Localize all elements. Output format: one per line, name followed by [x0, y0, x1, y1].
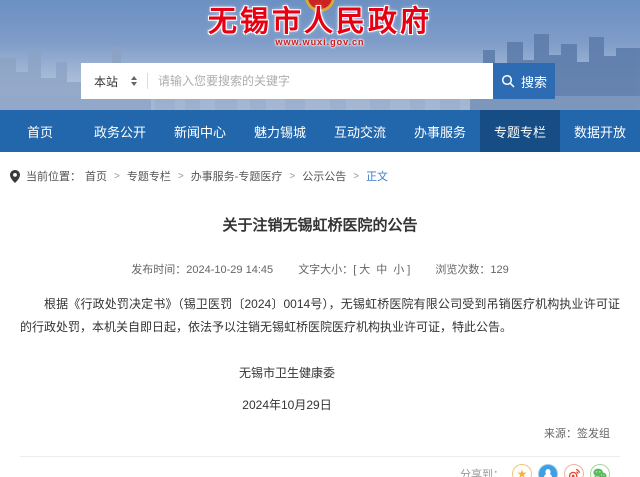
search-icon [501, 74, 515, 88]
publish-time-value: 2024-10-29 14:45 [186, 264, 273, 276]
nav-item-open-data[interactable]: 数据开放 [560, 110, 640, 152]
wechat-icon [593, 468, 607, 477]
font-size-bracket-close: ] [407, 264, 410, 276]
font-size-large-button[interactable]: 大 [359, 264, 370, 276]
chevron-updown-icon [131, 76, 137, 86]
article-title: 关于注销无锡虹桥医院的公告 [20, 214, 620, 235]
view-count-label: 浏览次数： [435, 264, 490, 276]
search-button[interactable]: 搜索 [493, 63, 555, 99]
font-size-small-button[interactable]: 小 [393, 264, 404, 276]
breadcrumb-prefix: 当前位置： [26, 168, 81, 184]
breadcrumb-item-special-topics[interactable]: 专题专栏 [127, 168, 171, 184]
nav-item-services[interactable]: 办事服务 [400, 110, 480, 152]
publish-time: 发布时间：2024-10-29 14:45 [131, 264, 273, 276]
share-bar: 分享到： ★ [20, 464, 620, 477]
breadcrumb-separator: > [114, 171, 120, 182]
breadcrumb-item-home[interactable]: 首页 [85, 168, 107, 184]
search-input[interactable] [148, 74, 493, 88]
site-banner: 无锡市人民政府 www.wuxi.gov.cn 本站 搜索 [0, 0, 640, 110]
search-bar: 本站 搜索 [81, 63, 555, 99]
nav-item-gov-affairs[interactable]: 政务公开 [80, 110, 160, 152]
breadcrumb-item-current: 正文 [366, 168, 388, 184]
main-nav: 首页 政务公开 新闻中心 魅力锡城 互动交流 办事服务 专题专栏 数据开放 [0, 110, 640, 152]
publish-time-label: 发布时间： [131, 264, 186, 276]
font-size-bracket-open: [ [353, 264, 356, 276]
breadcrumb: 当前位置： 首页 > 专题专栏 > 办事服务-专题医疗 > 公示公告 > 正文 [10, 163, 630, 189]
page: 无锡市人民政府 www.wuxi.gov.cn 本站 搜索 首页 政 [0, 0, 640, 477]
weibo-icon [568, 468, 581, 477]
search-scope-select[interactable]: 本站 [81, 73, 147, 90]
article-date: 2024年10月29日 [0, 396, 587, 413]
site-title: 无锡市人民政府 [0, 6, 640, 38]
search-button-label: 搜索 [521, 72, 547, 91]
site-url: www.wuxi.gov.cn [0, 37, 640, 47]
breadcrumb-separator: > [178, 171, 184, 182]
source-value: 签发组 [577, 428, 610, 440]
share-wechat-button[interactable] [590, 464, 610, 477]
share-qzone-button[interactable]: ★ [512, 464, 532, 477]
breadcrumb-separator: > [353, 171, 359, 182]
qq-penguin-icon [542, 468, 554, 477]
view-count: 浏览次数：129 [435, 264, 508, 276]
share-weibo-button[interactable] [564, 464, 584, 477]
share-label: 分享到： [460, 466, 504, 477]
source-label: 来源： [544, 428, 577, 440]
divider [20, 456, 620, 457]
nav-item-news-center[interactable]: 新闻中心 [160, 110, 240, 152]
nav-item-home[interactable]: 首页 [0, 110, 80, 152]
search-box: 本站 [81, 63, 493, 99]
article-source: 来源：签发组 [20, 425, 620, 441]
share-qq-button[interactable] [538, 464, 558, 477]
breadcrumb-item-medical-services[interactable]: 办事服务-专题医疗 [191, 168, 283, 184]
nav-item-charming-wuxi[interactable]: 魅力锡城 [240, 110, 320, 152]
article-signature: 无锡市卫生健康委 [0, 364, 587, 381]
nav-item-interaction[interactable]: 互动交流 [320, 110, 400, 152]
search-scope-value: 本站 [94, 73, 118, 90]
article: 关于注销无锡虹桥医院的公告 发布时间：2024-10-29 14:45 文字大小… [0, 214, 640, 477]
font-size-medium-button[interactable]: 中 [376, 264, 387, 276]
breadcrumb-item-announcements[interactable]: 公示公告 [302, 168, 346, 184]
font-size-control: 文字大小：[大中小] [298, 264, 410, 276]
nav-item-special-topics[interactable]: 专题专栏 [480, 110, 560, 152]
breadcrumb-separator: > [289, 171, 295, 182]
signature-block: 无锡市卫生健康委 2024年10月29日 [0, 364, 587, 413]
location-pin-icon [10, 170, 20, 183]
view-count-value: 129 [490, 264, 508, 276]
article-body: 根据《行政处罚决定书》（锡卫医罚〔2024〕0014号），无锡虹桥医院有限公司受… [20, 293, 620, 339]
font-size-label: 文字大小： [298, 264, 353, 276]
article-meta: 发布时间：2024-10-29 14:45 文字大小：[大中小] 浏览次数：12… [20, 261, 620, 277]
qzone-star-icon: ★ [517, 468, 528, 477]
